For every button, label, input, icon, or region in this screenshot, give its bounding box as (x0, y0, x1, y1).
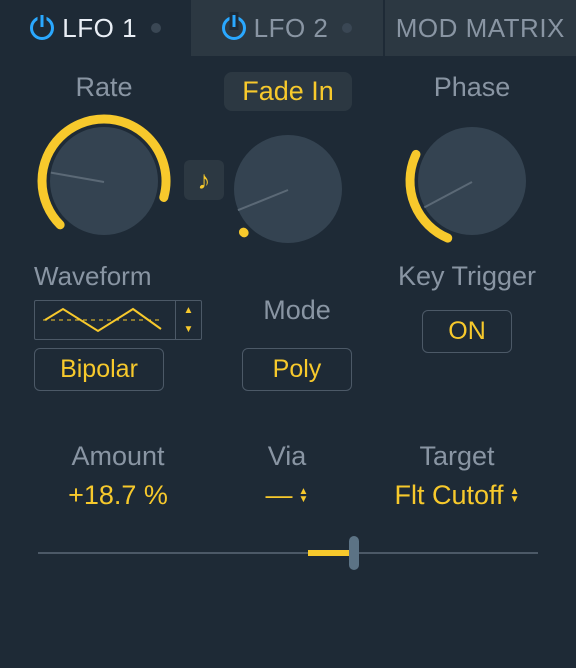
amount-slider[interactable] (34, 533, 542, 573)
fade-in-column: Fade In (218, 72, 358, 259)
fade-in-knob[interactable] (218, 119, 358, 259)
key-trigger-button[interactable]: ON (422, 310, 512, 353)
power-icon[interactable] (222, 16, 246, 40)
rate-column: Rate (34, 72, 174, 259)
tab-lfo1-label: LFO 1 (62, 13, 137, 44)
mode-label: Mode (263, 295, 331, 326)
tab-lfo1[interactable]: LFO 1 (0, 0, 191, 56)
via-column: Via — ▲▼ (212, 441, 362, 511)
waveform-stepper[interactable]: ▲ ▼ (175, 301, 201, 339)
triangle-wave-icon (43, 307, 163, 333)
power-icon[interactable] (30, 16, 54, 40)
tab-bar: LFO 1 LFO 2 MOD MATRIX (0, 0, 576, 56)
waveform-column: Waveform ▲ ▼ Bipolar (34, 261, 202, 391)
sync-to-tempo-button[interactable]: ♪ (184, 160, 224, 200)
slider-thumb[interactable] (349, 536, 359, 570)
rate-knob[interactable] (34, 111, 174, 251)
fade-in-label[interactable]: Fade In (224, 72, 352, 111)
tab-matrix-label: MOD MATRIX (396, 13, 565, 44)
target-label: Target (419, 441, 494, 472)
amount-label: Amount (71, 441, 164, 472)
note-icon: ♪ (198, 165, 211, 196)
target-column: Target Flt Cutoff ▲▼ (372, 441, 542, 511)
select-chevrons-icon: ▲▼ (299, 488, 309, 504)
key-trigger-label: Key Trigger (398, 261, 536, 292)
polarity-button[interactable]: Bipolar (34, 348, 164, 391)
mod-dot-icon (342, 23, 352, 33)
target-select[interactable]: Flt Cutoff ▲▼ (395, 480, 520, 511)
mode-button[interactable]: Poly (242, 348, 352, 391)
tab-lfo2-label: LFO 2 (254, 13, 329, 44)
amount-value[interactable]: +18.7 % (68, 480, 168, 511)
via-label: Via (268, 441, 307, 472)
phase-label: Phase (434, 72, 511, 103)
tab-mod-matrix[interactable]: MOD MATRIX (385, 0, 576, 56)
waveform-label: Waveform (34, 261, 152, 292)
via-select[interactable]: — ▲▼ (266, 480, 309, 511)
mod-dot-icon (151, 23, 161, 33)
select-chevrons-icon: ▲▼ (510, 488, 520, 504)
target-value: Flt Cutoff (395, 480, 504, 511)
chevron-up-icon[interactable]: ▲ (176, 301, 201, 320)
chevron-down-icon[interactable]: ▼ (176, 320, 201, 339)
slider-track-line (38, 552, 538, 554)
phase-column: Phase (402, 72, 542, 259)
lfo-panel: Rate Fade In Phase (0, 56, 576, 593)
slider-fill (308, 550, 354, 556)
mode-column: Mode Poly (222, 261, 372, 391)
rate-label: Rate (75, 72, 132, 103)
amount-column: Amount +18.7 % (34, 441, 202, 511)
key-trigger-column: Key Trigger ON (392, 261, 542, 391)
via-value: — (266, 480, 293, 511)
waveform-select[interactable]: ▲ ▼ (34, 300, 202, 340)
tab-lfo2[interactable]: LFO 2 (191, 0, 384, 56)
phase-knob[interactable] (402, 111, 542, 251)
